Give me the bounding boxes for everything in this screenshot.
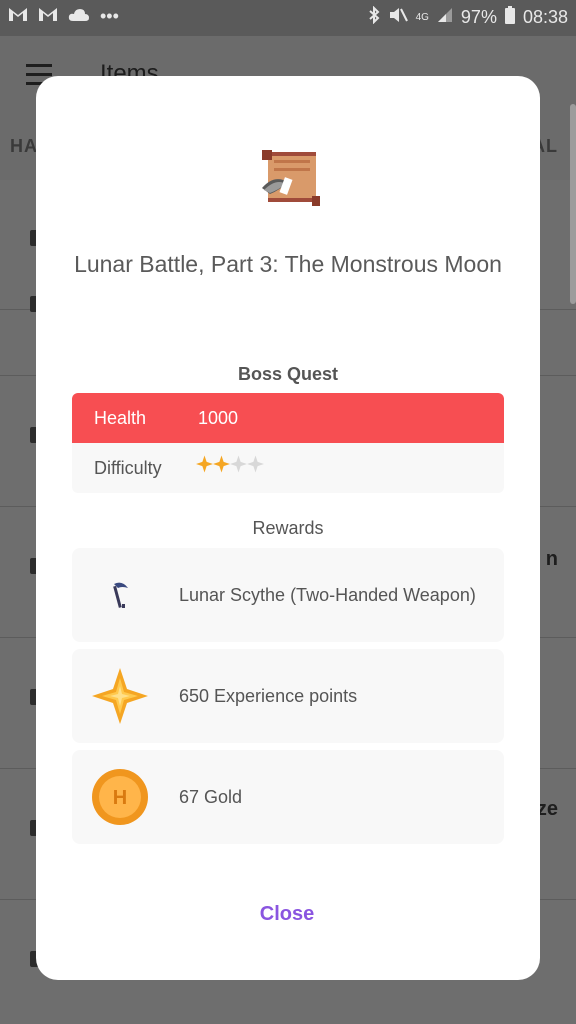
health-value: 1000 (198, 408, 239, 428)
gold-coin-icon: H (92, 769, 148, 825)
notification-icons: ••• (8, 6, 119, 27)
cloud-icon (68, 6, 90, 27)
status-bar: ••• 4G 97% 08:38 (0, 0, 576, 36)
quest-title: Lunar Battle, Part 3: The Monstrous Moon (74, 251, 502, 277)
close-button[interactable]: Close (212, 894, 362, 934)
difficulty-stars (196, 454, 264, 474)
svg-text:H: H (113, 787, 127, 809)
system-icons: 4G 97% 08:38 (368, 5, 568, 29)
difficulty-label: Difficulty (94, 458, 162, 478)
quest-scroll-icon (254, 144, 324, 214)
star-empty-icon (247, 455, 264, 473)
scrollbar (570, 104, 576, 304)
health-row: Health 1000 (72, 393, 504, 443)
reward-item: H 67 Gold (72, 750, 504, 844)
mute-icon (388, 6, 408, 29)
difficulty-row: Difficulty (72, 443, 504, 493)
bluetooth-icon (368, 5, 380, 29)
battery-icon (504, 6, 515, 29)
mail-icon (38, 6, 58, 27)
reward-item: Lunar Scythe (Two-Handed Weapon) (72, 548, 504, 642)
scythe-icon (92, 567, 148, 623)
star-empty-icon (230, 455, 247, 473)
rewards-heading: Rewards (252, 518, 324, 538)
list-item-text: n (545, 548, 558, 570)
health-label: Health (94, 408, 147, 428)
boss-quest-heading: Boss Quest (237, 364, 339, 384)
reward-item: 650 Experience points (72, 649, 504, 743)
clock: 08:38 (522, 7, 568, 27)
reward-label: 650 Experience points (179, 685, 358, 706)
quest-detail-dialog: Lunar Battle, Part 3: The Monstrous Moon… (36, 76, 540, 980)
reward-label: 67 Gold (179, 786, 243, 807)
signal-icon (437, 7, 453, 28)
experience-star-icon (92, 668, 148, 724)
network-type: 4G (415, 12, 429, 23)
list-item-text: ze (536, 798, 558, 820)
battery-percent: 97% (460, 7, 497, 27)
reward-label: Lunar Scythe (Two-Handed Weapon) (179, 584, 476, 605)
star-filled-icon (213, 455, 230, 473)
more-icon: ••• (100, 6, 119, 26)
gmail-icon (8, 6, 28, 27)
star-filled-icon (196, 455, 213, 473)
tab-left: HA (10, 136, 38, 156)
